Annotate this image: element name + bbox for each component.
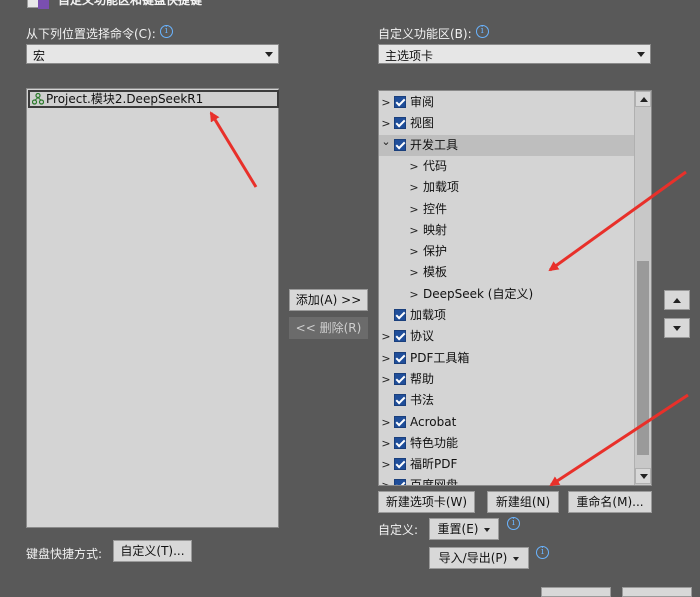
arrow-to-deepseek-group: [548, 170, 687, 272]
arrow-to-macro: [209, 111, 258, 188]
annotation-arrows: [209, 111, 689, 487]
arrow-to-new-group: [549, 393, 689, 487]
